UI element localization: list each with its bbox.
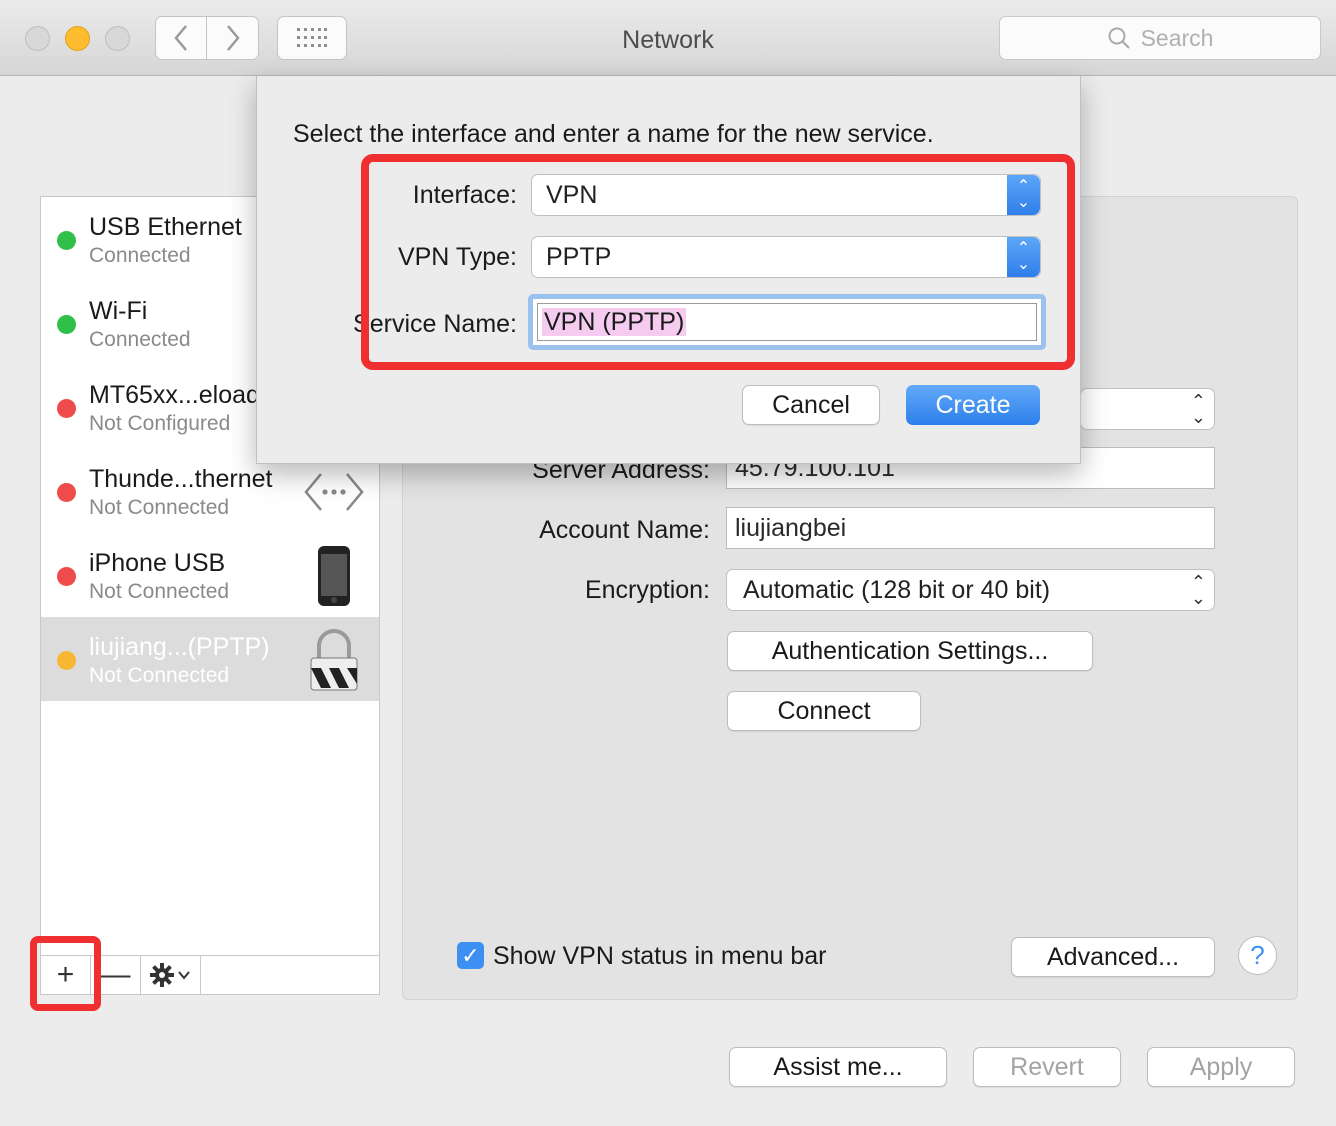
account-name-field[interactable]: liujiangbei [726,507,1215,549]
connect-button[interactable]: Connect [727,691,921,731]
service-item-vpn-pptp[interactable]: liujiang...(PPTP) Not Connected [41,617,379,701]
create-button[interactable]: Create [906,385,1040,425]
service-name: Thunde...thernet [89,465,273,493]
vpn-lock-icon [303,629,365,691]
up-down-arrows-icon: ⌃ ⌄ [1190,391,1206,427]
highlight-add-button [30,936,101,1011]
service-status: Not Connected [89,580,230,603]
status-dot [57,567,76,586]
gear-icon [149,963,190,987]
action-menu-button[interactable] [141,956,201,994]
service-status: Connected [89,244,191,267]
sheet-instructions: Select the interface and enter a name fo… [293,120,934,148]
account-name-label: Account Name: [539,516,710,544]
highlight-sheet-fields [361,154,1075,370]
cancel-button[interactable]: Cancel [742,385,880,425]
title-bar: Network Search [0,0,1336,76]
up-down-arrows-icon: ⌃ ⌄ [1190,572,1206,608]
apply-button[interactable]: Apply [1147,1047,1295,1087]
show-vpn-status-checkbox[interactable]: ✓ [457,942,484,969]
status-dot [57,315,76,334]
configuration-popup[interactable]: ⌃ ⌄ [1080,388,1215,430]
iphone-icon [303,545,365,607]
show-vpn-status-label: Show VPN status in menu bar [493,942,827,970]
encryption-popup[interactable]: Automatic (128 bit or 40 bit) ⌃ ⌄ [726,569,1215,611]
assist-me-button[interactable]: Assist me... [729,1047,947,1087]
ethernet-arrows-icon [303,461,365,523]
encryption-value: Automatic (128 bit or 40 bit) [743,576,1051,604]
service-name: liujiang...(PPTP) [89,633,270,661]
status-dot [57,231,76,250]
help-button[interactable]: ? [1238,936,1277,975]
service-status: Not Connected [89,664,230,687]
status-dot [57,399,76,418]
service-status: Not Connected [89,496,230,519]
search-icon [1108,27,1130,49]
status-dot [57,483,76,502]
service-status: Connected [89,328,191,351]
search-field[interactable]: Search [999,16,1321,60]
revert-button[interactable]: Revert [973,1047,1121,1087]
encryption-label: Encryption: [584,576,710,604]
service-status: Not Configured [89,412,231,435]
advanced-button[interactable]: Advanced... [1011,937,1215,977]
authentication-settings-button[interactable]: Authentication Settings... [727,631,1093,671]
service-name: iPhone USB [89,549,226,577]
service-item-iphone-usb[interactable]: iPhone USB Not Connected [41,533,379,617]
status-dot [57,651,76,670]
search-placeholder: Search [1140,24,1214,51]
